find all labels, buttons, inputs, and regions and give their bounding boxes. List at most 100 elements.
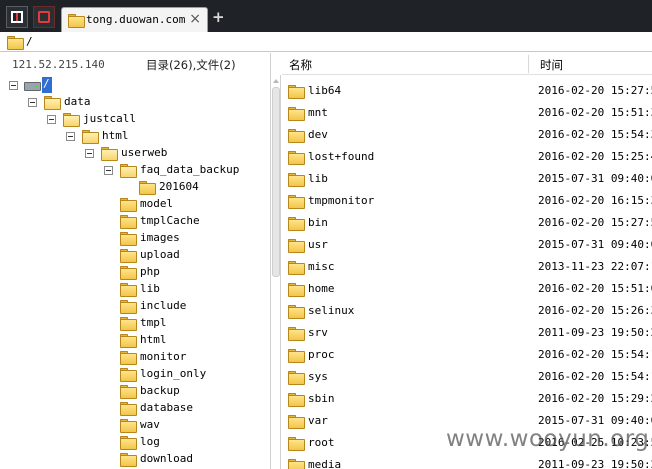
collapse-icon[interactable] xyxy=(9,81,18,90)
collapse-icon[interactable] xyxy=(66,132,75,141)
file-row[interactable]: selinux 2016-02-20 15:26:34 xyxy=(282,299,652,321)
folder-icon xyxy=(63,113,80,127)
tree-node[interactable]: userweb xyxy=(0,145,270,162)
tree-node-label: userweb xyxy=(121,146,168,159)
folder-icon xyxy=(120,368,137,382)
file-row[interactable]: mnt 2016-02-20 15:51:35 xyxy=(282,101,652,123)
tree-node-label: tmpl xyxy=(140,316,167,329)
tree-node[interactable]: html xyxy=(0,128,270,145)
tree-node-label: login_only xyxy=(140,367,207,380)
tree-node[interactable]: images xyxy=(0,230,270,247)
file-row[interactable]: lib64 2016-02-20 15:27:58 xyxy=(282,79,652,101)
tree-node[interactable]: faq_data_backup xyxy=(0,162,270,179)
file-row[interactable]: dev 2016-02-20 15:54:36 xyxy=(282,123,652,145)
tree-node[interactable]: data xyxy=(0,94,270,111)
collapse-icon[interactable] xyxy=(104,166,113,175)
column-header-name[interactable]: 名称 xyxy=(289,57,312,73)
folder-icon xyxy=(288,107,305,121)
folder-icon xyxy=(288,459,305,469)
file-row[interactable]: sbin 2016-02-20 15:29:23 xyxy=(282,387,652,409)
tree-node[interactable]: log xyxy=(0,434,270,451)
tree-node-label: backup xyxy=(140,384,180,397)
tree-node[interactable]: tmpl xyxy=(0,315,270,332)
tree-node[interactable]: lib xyxy=(0,281,270,298)
folder-icon xyxy=(120,385,137,399)
tree-node[interactable]: wav xyxy=(0,417,270,434)
file-time: 2016-02-20 16:15:39 xyxy=(538,194,652,207)
tree-node[interactable]: database xyxy=(0,400,270,417)
file-name: mnt xyxy=(308,106,328,119)
folder-icon xyxy=(120,351,137,365)
column-divider[interactable] xyxy=(528,55,529,73)
new-tab-button[interactable]: + xyxy=(212,8,225,26)
file-row[interactable]: bin 2016-02-20 15:27:56 xyxy=(282,211,652,233)
tree-node[interactable]: login_only xyxy=(0,366,270,383)
file-row[interactable]: tmpmonitor 2016-02-20 16:15:39 xyxy=(282,189,652,211)
file-row[interactable]: srv 2011-09-23 19:50:20 xyxy=(282,321,652,343)
folder-icon xyxy=(288,393,305,407)
file-name: lib64 xyxy=(308,84,342,97)
tab-active[interactable]: tong.duowan.com × xyxy=(61,7,208,32)
tree-node-root[interactable]: / xyxy=(0,77,80,94)
path-bar[interactable]: / xyxy=(0,32,652,52)
file-time: 2016-02-20 15:29:23 xyxy=(538,392,652,405)
server-ip: 121.52.215.140 xyxy=(12,58,105,71)
collapse-icon[interactable] xyxy=(47,115,56,124)
folder-icon xyxy=(288,151,305,165)
close-tab-icon[interactable]: × xyxy=(189,11,201,27)
scroll-up-icon[interactable] xyxy=(273,79,279,83)
tree-node-label: php xyxy=(140,265,160,278)
collapse-icon[interactable] xyxy=(85,149,94,158)
column-header-time[interactable]: 时间 xyxy=(540,57,563,73)
tree-node[interactable]: monitor xyxy=(0,349,270,366)
tree-node-label: html xyxy=(140,333,167,346)
tree-scrollbar[interactable] xyxy=(271,75,281,469)
tree-node-label: images xyxy=(140,231,180,244)
app-menu-button[interactable] xyxy=(6,6,28,28)
file-row[interactable]: proc 2016-02-20 15:54:19 xyxy=(282,343,652,365)
tree-node[interactable]: justcall xyxy=(0,111,270,128)
folder-icon xyxy=(288,305,305,319)
tree-node[interactable]: tmplCache xyxy=(0,213,270,230)
file-name: root xyxy=(308,436,335,449)
tree-node[interactable]: include xyxy=(0,298,270,315)
folder-icon xyxy=(120,249,137,263)
scrollbar-thumb[interactable] xyxy=(272,87,280,277)
tree-node[interactable]: download xyxy=(0,451,270,468)
record-button[interactable] xyxy=(33,6,55,28)
drive-icon xyxy=(24,80,41,91)
file-row[interactable]: misc 2013-11-23 22:07:10 xyxy=(282,255,652,277)
collapse-icon[interactable] xyxy=(28,98,37,107)
folder-icon xyxy=(288,349,305,363)
file-time: 2016-02-20 15:54:19 xyxy=(538,370,652,383)
file-row[interactable]: lost+found 2016-02-20 15:25:43 xyxy=(282,145,652,167)
folder-icon xyxy=(288,371,305,385)
folder-icon xyxy=(288,195,305,209)
tree-node-label: tmplCache xyxy=(140,214,200,227)
folder-icon xyxy=(120,436,137,450)
file-row[interactable]: lib 2015-07-31 09:40:05 xyxy=(282,167,652,189)
folder-icon xyxy=(288,283,305,297)
file-row[interactable]: home 2016-02-20 15:51:05 xyxy=(282,277,652,299)
app-icon xyxy=(11,11,23,23)
tree-node[interactable]: 201604 xyxy=(0,179,270,196)
tree-node[interactable]: model xyxy=(0,196,270,213)
path-input[interactable]: / xyxy=(26,35,33,48)
folder-icon xyxy=(7,36,24,50)
file-time: 2015-07-31 09:40:05 xyxy=(538,172,652,185)
folder-icon xyxy=(120,266,137,280)
folder-icon xyxy=(120,317,137,331)
tree-node[interactable]: html xyxy=(0,332,270,349)
tree-node-label: download xyxy=(140,452,193,465)
file-row[interactable]: usr 2015-07-31 09:40:05 xyxy=(282,233,652,255)
file-row[interactable]: media 2011-09-23 19:50:20 xyxy=(282,453,652,469)
tree-node[interactable]: backup xyxy=(0,383,270,400)
file-row[interactable]: sys 2016-02-20 15:54:19 xyxy=(282,365,652,387)
tree-node[interactable]: php xyxy=(0,264,270,281)
file-name: proc xyxy=(308,348,335,361)
tree-node[interactable]: upload xyxy=(0,247,270,264)
folder-icon xyxy=(120,453,137,467)
server-info: 121.52.215.140 目录(26),文件(2) xyxy=(0,53,271,75)
folder-icon xyxy=(120,164,137,178)
tree-node-label: lib xyxy=(140,282,160,295)
